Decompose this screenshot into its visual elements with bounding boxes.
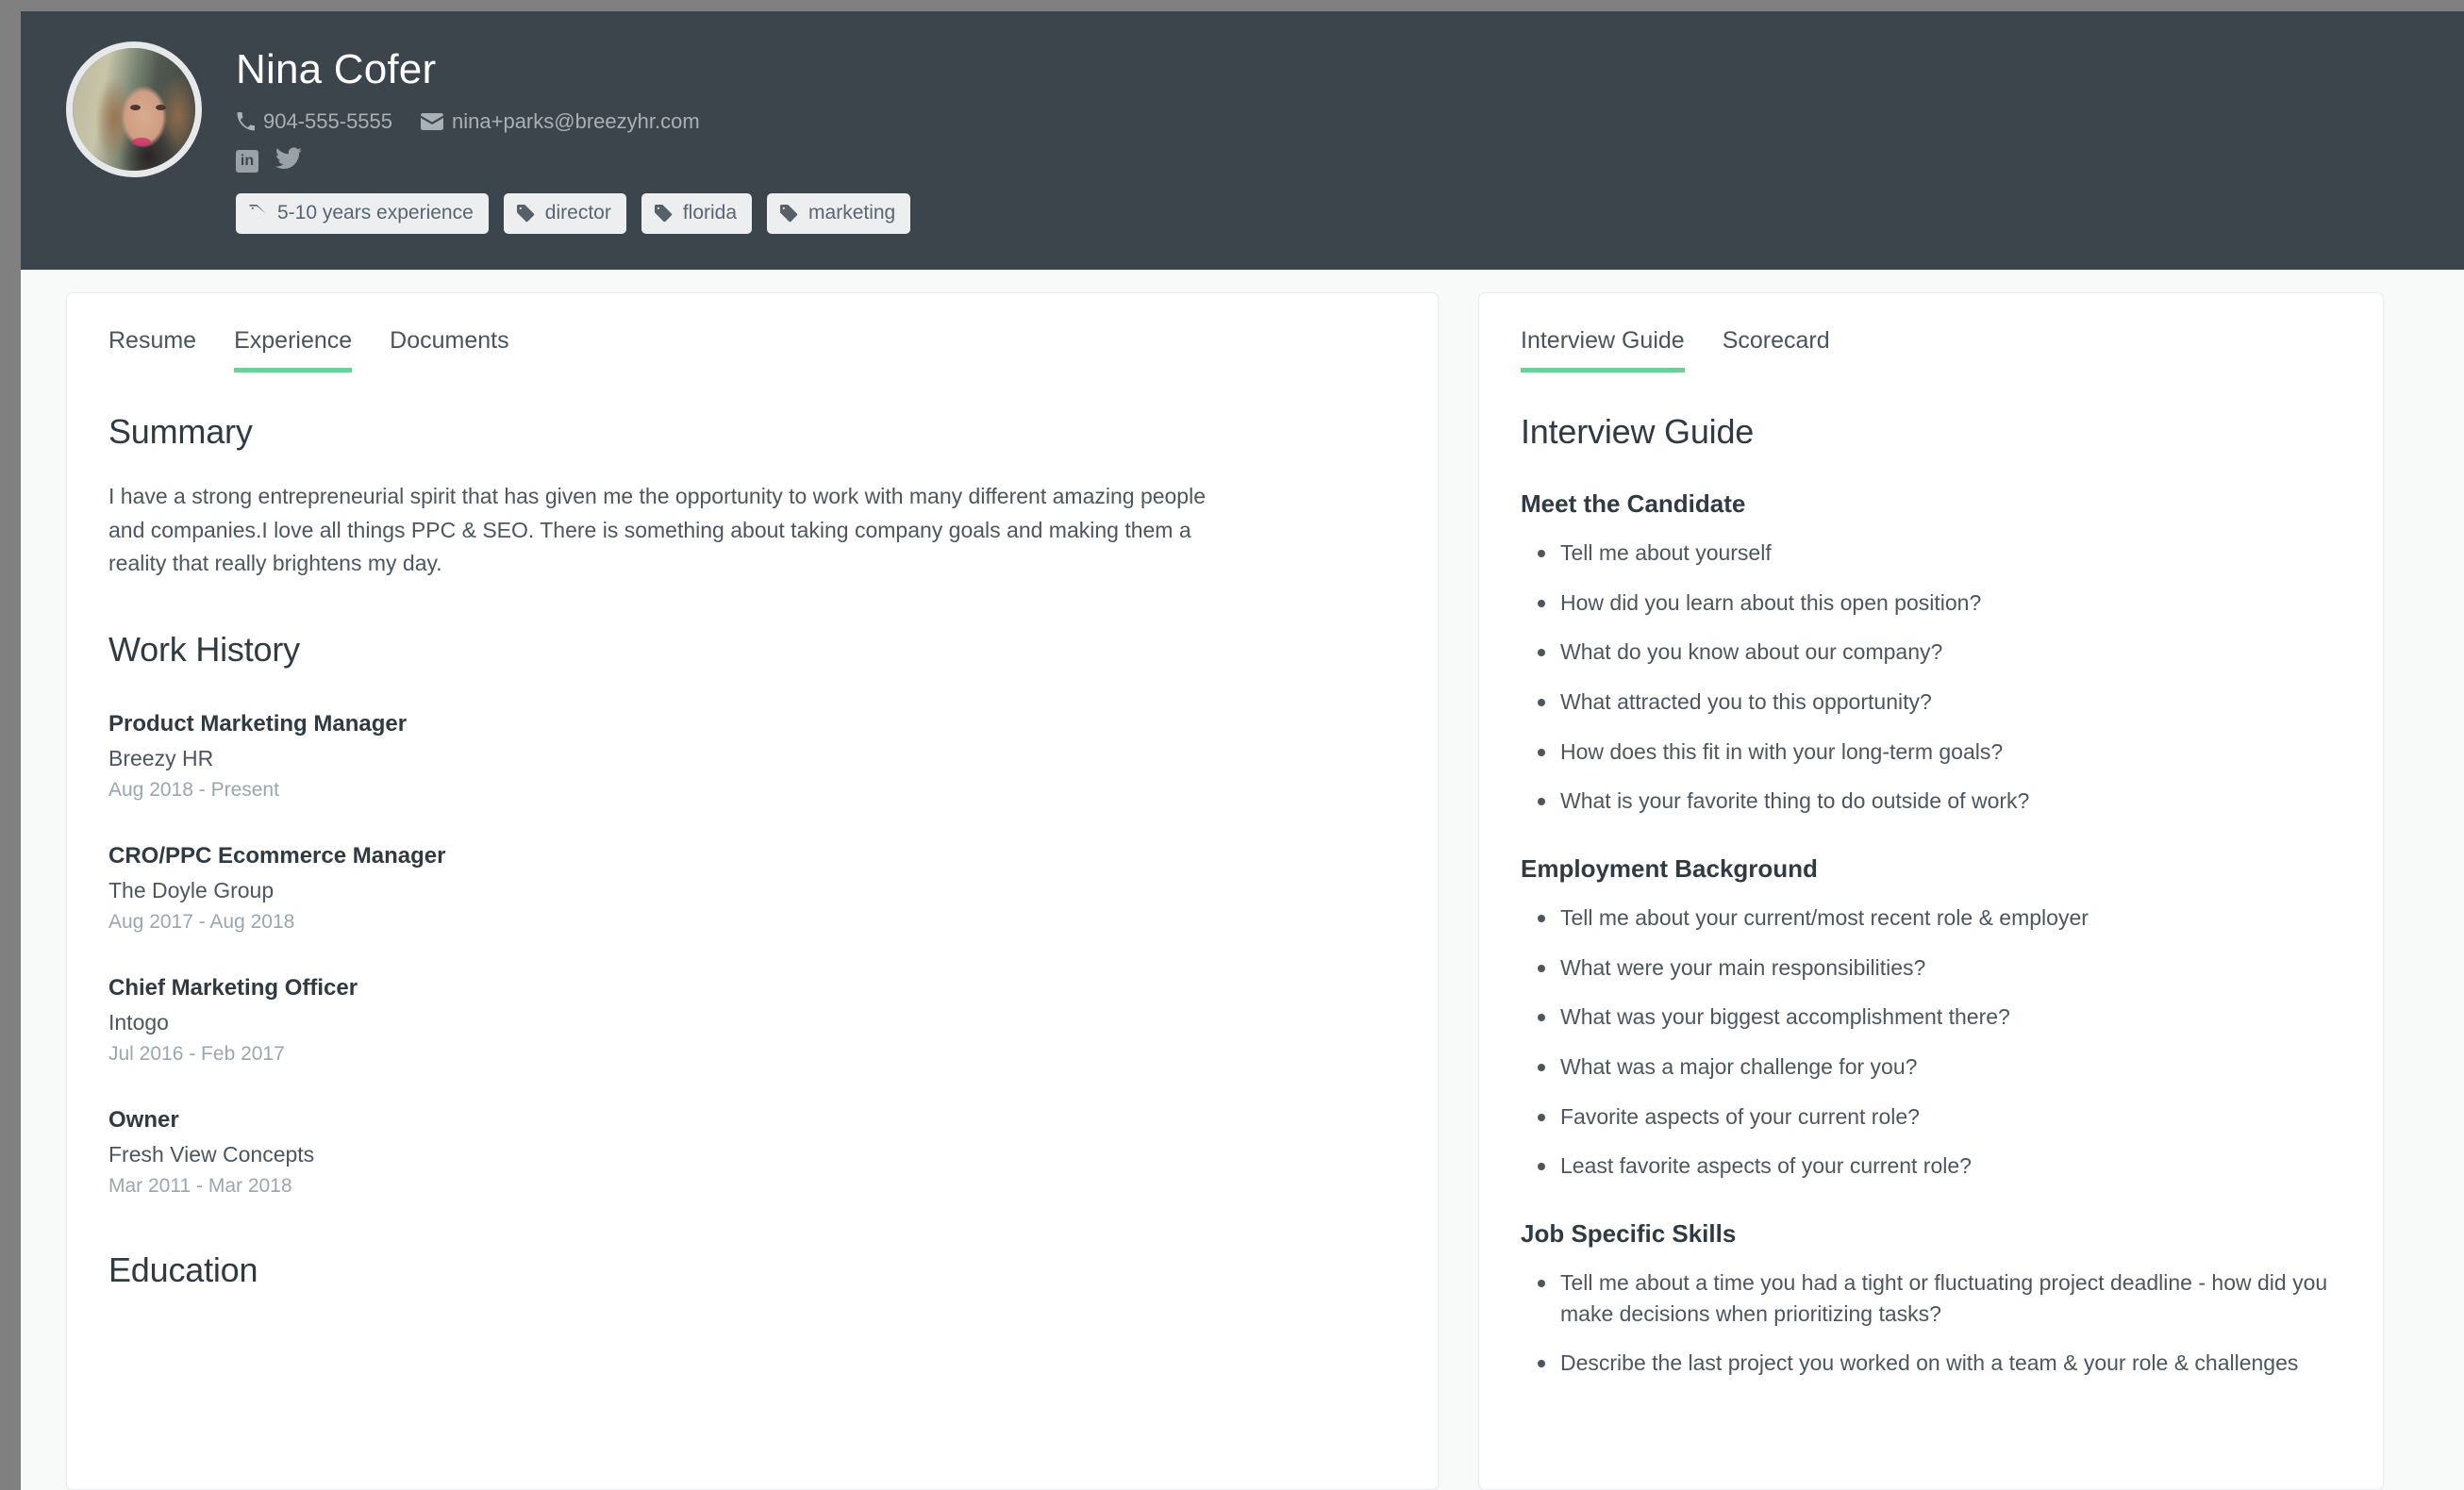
work-dates: Aug 2018 - Present [108, 778, 279, 801]
tag-label: florida [682, 202, 738, 224]
question-item: What attracted you to this opportunity? [1521, 687, 2341, 718]
interview-tabs: Interview Guide Scorecard [1521, 327, 2341, 372]
work-title: CRO/PPC Ecommerce Manager [108, 842, 446, 869]
work-title: Chief Marketing Officer [108, 974, 358, 1001]
tab-resume[interactable]: Resume [108, 327, 196, 372]
tab-scorecard[interactable]: Scorecard [1723, 327, 1830, 372]
question-item: Tell me about yourself [1521, 538, 2341, 569]
social-links-row: in [236, 147, 925, 174]
tag-icon [654, 204, 673, 223]
tag-label: 5-10 years experience [277, 202, 474, 224]
section-heading-meet-the-candidate: Meet the Candidate [1521, 489, 1746, 518]
section-heading-employment-background: Employment Background [1521, 853, 1818, 883]
question-list-employment-background: Tell me about your current/most recent r… [1521, 902, 2341, 1182]
tag-chip[interactable]: director [503, 193, 626, 235]
resume-tabs: Resume Experience Documents [108, 327, 1396, 372]
tag-label: marketing [808, 202, 896, 224]
phone-icon [236, 112, 255, 131]
tag-icon [780, 204, 798, 223]
avatar-detail [130, 104, 142, 110]
question-item: What were your main responsibilities? [1521, 952, 2341, 984]
interview-guide-panel: Interview Guide Scorecard Interview Guid… [1478, 292, 2384, 1490]
candidate-name: Nina Cofer [236, 46, 437, 92]
tag-icon [249, 204, 267, 223]
work-title: Product Marketing Manager [108, 710, 408, 737]
work-history-item: CRO/PPC Ecommerce Manager The Doyle Grou… [108, 843, 1396, 934]
email-address: nina+parks@breezyhr.com [452, 109, 700, 134]
body-area: Resume Experience Documents Summary I ha… [21, 270, 2464, 1490]
question-list-meet-the-candidate: Tell me about yourself How did you learn… [1521, 538, 2341, 817]
work-dates: Aug 2017 - Aug 2018 [108, 910, 295, 933]
question-list-job-specific-skills: Tell me about a time you had a tight or … [1521, 1267, 2341, 1379]
tag-chip[interactable]: florida [641, 193, 753, 235]
question-item: What was your biggest accomplishment the… [1521, 1002, 2341, 1033]
question-item: Describe the last project you worked on … [1521, 1348, 2341, 1379]
question-item: What is your favorite thing to do outsid… [1521, 786, 2341, 817]
tab-documents[interactable]: Documents [390, 327, 508, 372]
tab-experience[interactable]: Experience [234, 327, 353, 372]
avatar [66, 41, 202, 177]
question-item: How does this fit in with your long-term… [1521, 737, 2341, 768]
work-dates: Jul 2016 - Feb 2017 [108, 1042, 285, 1065]
summary-text: I have a strong entrepreneurial spirit t… [108, 484, 1207, 576]
work-company: Intogo [108, 1009, 169, 1035]
work-history-item: Chief Marketing Officer Intogo Jul 2016 … [108, 975, 1396, 1066]
question-item: What was a major challenge for you? [1521, 1051, 2341, 1083]
work-company: Breezy HR [108, 745, 214, 770]
question-item: Least favorite aspects of your current r… [1521, 1151, 2341, 1182]
summary-heading: Summary [108, 412, 253, 451]
candidate-header: Nina Cofer 904-555-5555 nina+parks@breez… [21, 11, 2464, 270]
work-history-item: Owner Fresh View Concepts Mar 2011 - Mar… [108, 1107, 1396, 1198]
work-dates: Mar 2011 - Mar 2018 [108, 1174, 292, 1197]
question-item: Favorite aspects of your current role? [1521, 1101, 2341, 1133]
work-company: The Doyle Group [108, 877, 275, 902]
question-item: Tell me about your current/most recent r… [1521, 902, 2341, 934]
email-contact[interactable]: nina+parks@breezyhr.com [421, 109, 700, 134]
avatar-detail [131, 137, 151, 146]
section-heading-job-specific-skills: Job Specific Skills [1521, 1218, 1737, 1248]
linkedin-icon[interactable]: in [236, 149, 258, 173]
phone-number: 904-555-5555 [263, 109, 393, 134]
work-company: Fresh View Concepts [108, 1141, 315, 1167]
avatar-detail [156, 104, 167, 110]
interview-guide-heading: Interview Guide [1521, 412, 1755, 451]
contact-row: 904-555-5555 nina+parks@breezyhr.com [236, 109, 925, 134]
tag-chip[interactable]: 5-10 years experience [236, 193, 489, 235]
question-item: Tell me about a time you had a tight or … [1521, 1267, 2341, 1329]
tag-row: 5-10 years experience director florida m… [236, 193, 925, 235]
candidate-profile-window: Nina Cofer 904-555-5555 nina+parks@breez… [21, 11, 2464, 1490]
question-item: What do you know about our company? [1521, 637, 2341, 668]
work-history-heading: Work History [108, 629, 300, 669]
education-heading: Education [108, 1250, 258, 1289]
twitter-icon[interactable] [275, 147, 302, 174]
phone-contact[interactable]: 904-555-5555 [236, 109, 392, 134]
envelope-icon [421, 113, 444, 131]
work-history-item: Product Marketing Manager Breezy HR Aug … [108, 711, 1396, 802]
candidate-info: Nina Cofer 904-555-5555 nina+parks@breez… [236, 41, 925, 235]
tab-interview-guide[interactable]: Interview Guide [1521, 327, 1685, 372]
tag-label: director [544, 202, 611, 224]
resume-panel: Resume Experience Documents Summary I ha… [66, 292, 1439, 1490]
tag-icon [516, 204, 535, 223]
question-item: How did you learn about this open positi… [1521, 588, 2341, 619]
tag-chip[interactable]: marketing [767, 193, 911, 235]
work-title: Owner [108, 1106, 179, 1133]
